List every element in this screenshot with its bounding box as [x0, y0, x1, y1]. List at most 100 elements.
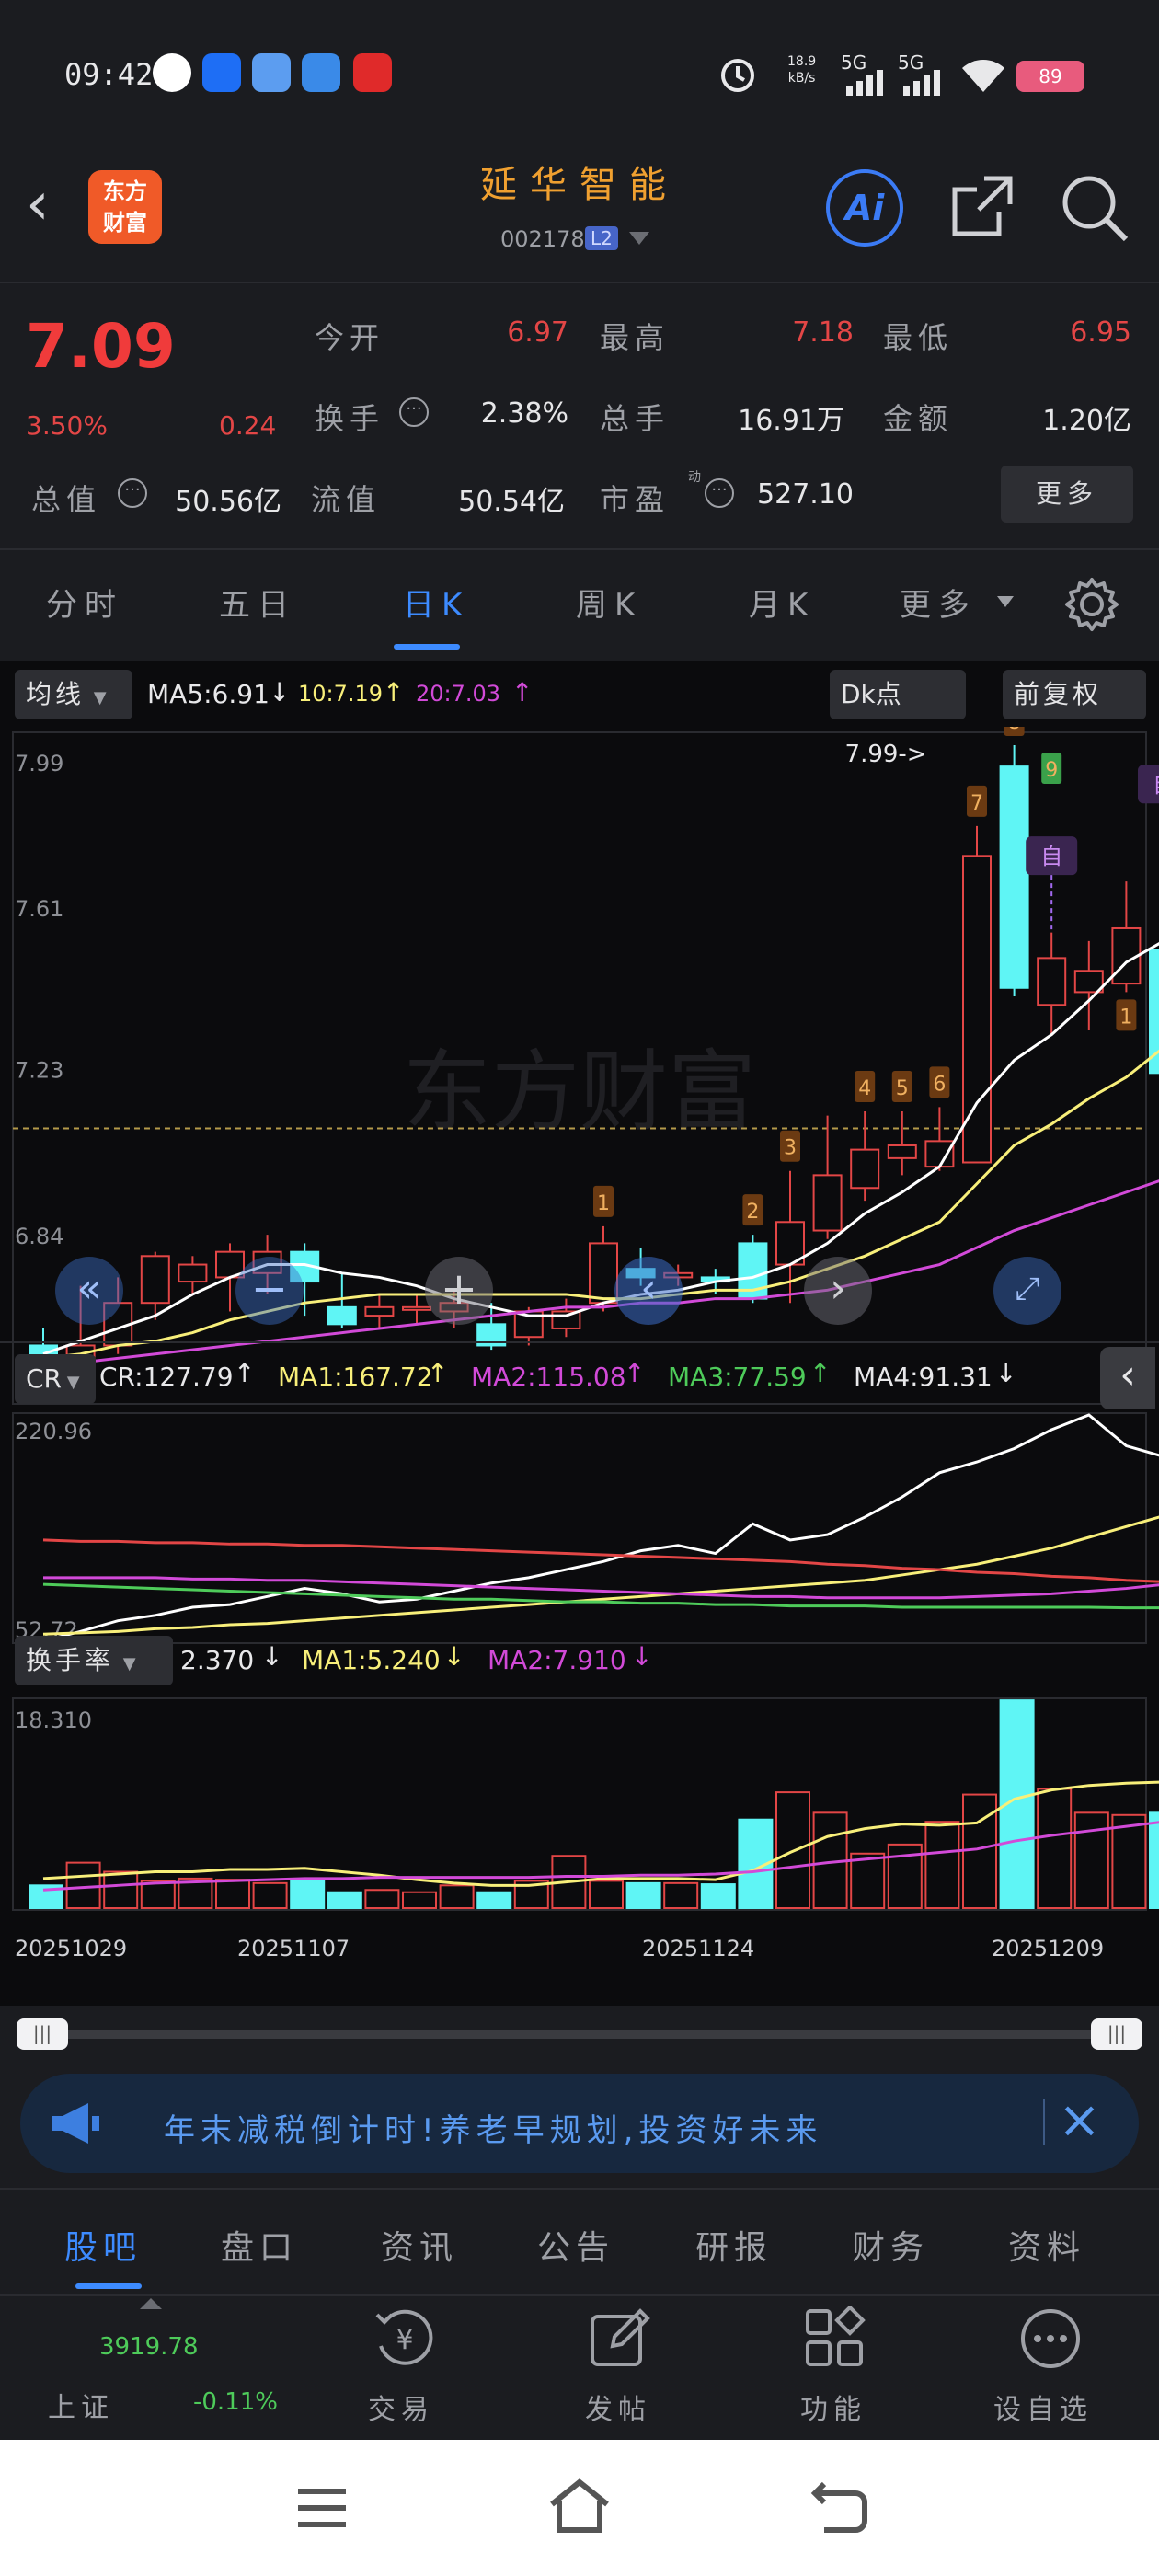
- nav-add-watchlist-label[interactable]: 设自选: [993, 2386, 1093, 2427]
- high-value: 7.18: [792, 316, 854, 349]
- index-name[interactable]: 上证: [48, 2385, 114, 2425]
- tab-profile[interactable]: 资料: [1008, 2221, 1085, 2269]
- tab-daily-k[interactable]: 日K: [403, 580, 469, 625]
- tab-stock-forum[interactable]: 股吧: [64, 2221, 142, 2269]
- arrow-up-icon: ↑: [809, 1358, 832, 1388]
- back-nav-icon[interactable]: [809, 2477, 868, 2536]
- cr-selector-label: CR: [26, 1363, 63, 1394]
- trade-icon[interactable]: ¥: [372, 2306, 438, 2372]
- scroll-left-button[interactable]: «: [55, 1257, 123, 1325]
- tab-weekly-k[interactable]: 周K: [576, 580, 642, 625]
- signal-icon: [903, 70, 940, 96]
- cr-selector[interactable]: CR ▼: [15, 1354, 96, 1404]
- adjust-button[interactable]: 前复权: [1003, 670, 1146, 719]
- turnover-bar: [402, 1891, 437, 1909]
- tab-financials[interactable]: 财务: [852, 2221, 929, 2269]
- cr-ma2-line: [43, 1576, 1159, 1600]
- clock: 09:42: [64, 57, 154, 92]
- chevron-up-icon[interactable]: [140, 2298, 162, 2309]
- volume-value: 16.91万: [738, 405, 844, 437]
- high-label: 最高: [600, 320, 671, 355]
- arrow-up-icon: ↑: [383, 677, 405, 707]
- turnover-selector[interactable]: 换手率 ▼: [15, 1636, 173, 1685]
- turnover-bar: [589, 1880, 624, 1910]
- home-icon[interactable]: [548, 2477, 611, 2536]
- chart-area[interactable]: 均线 ▼ MA5:6.91 ↓ 10:7.19 ↑ 20:7.03 ↑ Dk点 …: [0, 661, 1159, 2006]
- turnover-bar: [1111, 1813, 1147, 1910]
- tab-research[interactable]: 研报: [695, 2221, 773, 2269]
- range-handle-right[interactable]: |||: [1091, 2018, 1142, 2050]
- promo-banner[interactable]: 年末减税倒计时!养老早规划,投资好未来 ×: [20, 2074, 1139, 2173]
- arrow-up-icon: ↑: [234, 1358, 256, 1388]
- nav-functions-label[interactable]: 功能: [800, 2386, 866, 2427]
- search-icon[interactable]: [1058, 171, 1131, 245]
- info-icon[interactable]: ···: [399, 397, 429, 427]
- close-icon[interactable]: ×: [1058, 2090, 1101, 2150]
- turnover-bar: [924, 1821, 960, 1910]
- arrow-down-icon: ↓: [261, 1641, 283, 1672]
- sequence-label: 4: [858, 1077, 871, 1100]
- tab-five-day[interactable]: 五日: [219, 580, 296, 625]
- turnover-bar: [1037, 1788, 1073, 1909]
- zoom-out-button[interactable]: −: [235, 1257, 304, 1325]
- zoom-in-button[interactable]: +: [425, 1257, 493, 1325]
- megaphone-icon: [52, 2103, 99, 2144]
- chevron-down-icon: ▼: [62, 1373, 80, 1392]
- tab-news[interactable]: 资讯: [381, 2221, 458, 2269]
- ai-assistant-button[interactable]: Ai: [826, 169, 903, 247]
- prev-candle-button[interactable]: ‹: [614, 1257, 683, 1325]
- divider: [1043, 2099, 1045, 2145]
- range-slider[interactable]: ||| |||: [0, 2006, 1159, 2061]
- tab-more[interactable]: 更多: [900, 580, 977, 625]
- index-value[interactable]: 3919.78: [99, 2333, 199, 2361]
- chevron-down-icon: ▼: [85, 688, 110, 707]
- gear-icon[interactable]: [1061, 574, 1122, 635]
- menu-icon[interactable]: [294, 2480, 350, 2536]
- range-handle-left[interactable]: |||: [17, 2018, 68, 2050]
- tab-monthly-k[interactable]: 月K: [749, 580, 815, 625]
- turnover-bar: [1149, 1811, 1159, 1909]
- candle: [140, 1255, 170, 1305]
- info-icon[interactable]: ···: [118, 478, 147, 508]
- nav-post-label[interactable]: 发帖: [585, 2386, 651, 2427]
- tab-intraday[interactable]: 分时: [46, 580, 123, 625]
- more-icon[interactable]: [1017, 2306, 1084, 2372]
- tab-announcements[interactable]: 公告: [537, 2221, 614, 2269]
- chevron-down-icon[interactable]: [629, 232, 649, 245]
- candle: [850, 1148, 880, 1190]
- cr-ma2-value: MA2:115.08: [471, 1362, 626, 1392]
- volume-label: 总手: [600, 401, 671, 436]
- logo-text: 财富: [103, 210, 147, 236]
- arrow-down-icon: ↓: [443, 1641, 465, 1672]
- level2-badge[interactable]: L2: [585, 226, 618, 250]
- date-label: 20251107: [237, 1936, 350, 1961]
- tab-order-book[interactable]: 盘口: [221, 2221, 298, 2269]
- nav-trade-label[interactable]: 交易: [368, 2386, 434, 2427]
- info-icon[interactable]: ···: [705, 478, 734, 508]
- more-quote-button[interactable]: 更多: [1001, 466, 1133, 523]
- app-notification-icon: [302, 53, 340, 92]
- ma-selector[interactable]: 均线 ▼: [15, 670, 132, 719]
- next-candle-button[interactable]: ›: [804, 1257, 872, 1325]
- turnover-ma2-value: MA2:7.910: [488, 1645, 626, 1675]
- dk-point-button[interactable]: Dk点: [830, 670, 966, 719]
- chevron-down-icon[interactable]: [997, 596, 1014, 607]
- candle: [551, 1310, 581, 1329]
- turnover-bar: [65, 1861, 101, 1909]
- candle: [812, 1174, 843, 1232]
- share-icon[interactable]: [947, 171, 1017, 241]
- edit-icon[interactable]: [587, 2306, 653, 2372]
- turnover-bar: [663, 1881, 699, 1910]
- fullscreen-icon[interactable]: ⤢: [993, 1257, 1061, 1325]
- app-notification-icon: [153, 53, 191, 92]
- turnover-chart[interactable]: 18.310: [0, 1695, 1159, 1934]
- grid-icon[interactable]: [802, 2306, 868, 2372]
- sequence-label: 1: [597, 1192, 610, 1215]
- cr-indicator-chart[interactable]: 220.9652.72: [0, 1411, 1159, 1647]
- arrow-down-icon: ↓: [995, 1358, 1017, 1388]
- y-tick-label: 7.23: [15, 1058, 63, 1084]
- candlestick-chart[interactable]: 东方财富7.997.617.236.846.46123456789123456自…: [0, 727, 1159, 1408]
- turnover-bar: [364, 1889, 400, 1910]
- collapse-panel-button[interactable]: ‹: [1100, 1347, 1155, 1409]
- change-percent: 3.50%: [26, 410, 108, 441]
